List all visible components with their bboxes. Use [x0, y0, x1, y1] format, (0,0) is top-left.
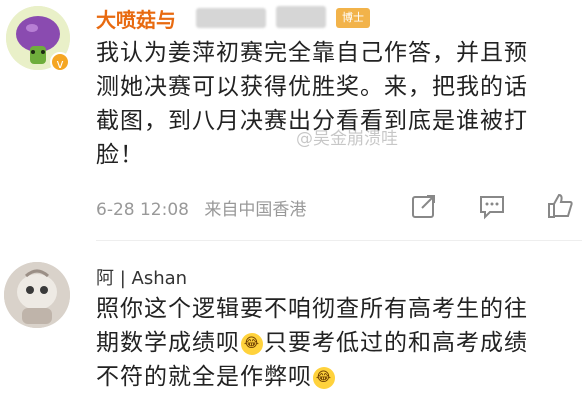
comment-icon [480, 196, 504, 220]
comment-text: 我认为姜萍初赛完全靠自己作答，并且预 测她决赛可以获得优胜奖。来，把我的话 截图… [96, 40, 528, 168]
comment-date: 6-28 12:08 [96, 200, 189, 220]
blurred-name-extra [276, 6, 326, 28]
like-button[interactable] [546, 192, 574, 220]
laughing-crying-emoji-icon: 😂 [241, 332, 263, 355]
comment-button[interactable] [478, 192, 506, 220]
verified-badge-icon: v [50, 52, 70, 72]
blurred-name [196, 8, 266, 28]
share-icon [412, 195, 435, 218]
share-button[interactable] [410, 192, 438, 220]
comment-meta: 6-28 12:08 来自中国香港 [96, 195, 316, 220]
comment-item: 阿 | Ashan 照你这个逻辑要不咱彻查所有高考生的往 期数学成绩呗 😂 只要考低… [0, 248, 582, 420]
comment-source: 来自中国香港 [204, 200, 307, 220]
like-icon [548, 193, 573, 218]
figurine-avatar-icon [4, 262, 70, 328]
fan-badge: 博士 [336, 8, 370, 28]
laughing-crying-emoji-icon: 😂 [313, 366, 335, 389]
username[interactable]: 大喷菇与 [96, 4, 176, 33]
username[interactable]: 阿 | Ashan [96, 264, 187, 290]
divider [96, 240, 582, 241]
comment-item: v 大喷菇与 博士 我认为姜萍初赛完全靠自己作答，并且预 测她决赛可以获得优胜奖… [0, 0, 582, 241]
comment-text: 照你这个逻辑要不咱彻查所有高考生的往 期数学成绩呗 😂 只要考低过的和高考成绩 不符… [96, 296, 528, 390]
watermark: @吴金崩溃哇 [296, 129, 398, 149]
avatar[interactable] [4, 262, 70, 328]
